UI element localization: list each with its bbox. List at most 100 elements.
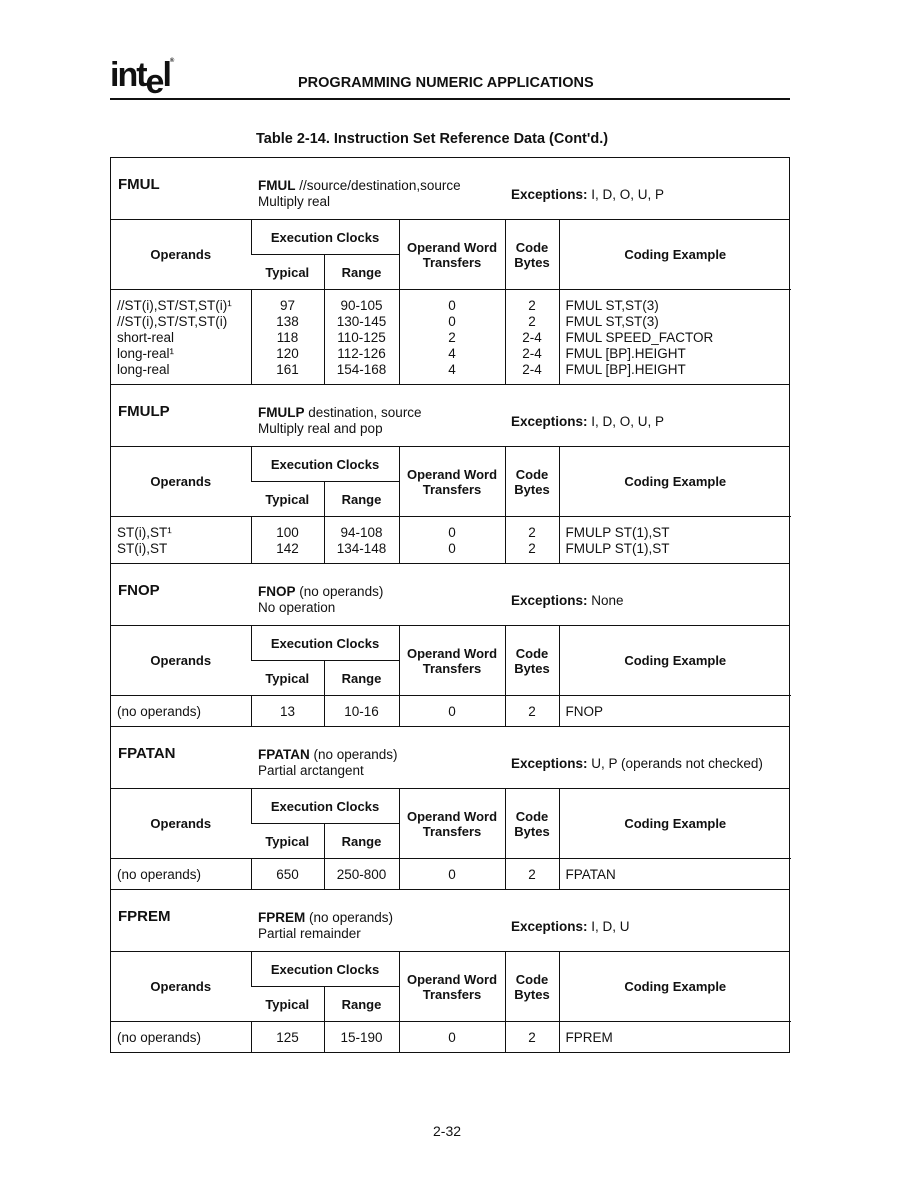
exceptions-label: Exceptions: [511, 593, 588, 608]
coding-example-cell-column: FPATAN [558, 858, 791, 889]
column-headers: Operands Execution Clocks Operand Word Tran… [111, 220, 791, 290]
header-typical: Typical [251, 481, 324, 517]
coding-example-cell-column: FMULP ST(1),ST FMULP ST(1),ST [558, 516, 791, 563]
header-range: Range [323, 254, 399, 290]
instruction-syntax: FNOP (no operands) No operation [258, 584, 383, 616]
word-transfers-cell: 0 [448, 704, 456, 719]
coding-example-cell-column: FNOP [558, 695, 791, 726]
operands-cell: long-real [117, 362, 170, 377]
instruction-data-table: Operands Execution Clocks Operand Word Tran… [111, 220, 791, 384]
header-code-bytes: Code Bytes [504, 626, 559, 696]
table-caption: Table 2-14. Instruction Set Reference Da… [256, 131, 609, 147]
header-line: Operand Word [406, 971, 498, 987]
word-transfers-cell: 0 [448, 298, 456, 313]
range-clocks-cell: 94-108 [340, 525, 383, 540]
code-bytes-cell: 2 [528, 525, 536, 540]
instruction-description: Multiply real [258, 194, 331, 209]
syntax-mnemonic: FMULP [258, 405, 305, 420]
syntax-line: FNOP (no operands) [258, 584, 383, 600]
range-clocks-cell: 10-16 [344, 704, 379, 719]
operands-cell: (no operands) [117, 867, 202, 882]
header-coding-example: Coding Example [558, 447, 791, 517]
header-operand-word-transfers: Operand Word Transfers [398, 952, 505, 1022]
header-execution-clocks: Execution Clocks [250, 447, 399, 482]
exceptions: Exceptions: U, P (operands not checked) [511, 756, 763, 771]
word-transfers-cell: 2 [448, 330, 456, 345]
instruction-section-fmul: FMUL FMUL //source/destination,source Mult… [110, 157, 791, 385]
exceptions-value: I, D, O, U, P [591, 414, 665, 429]
coding-example-cell: FPATAN [565, 867, 616, 882]
coding-example-cell: FMUL [BP].HEIGHT [565, 346, 686, 361]
header-line: Bytes [514, 823, 550, 839]
range-clocks-cell-column: 94-108 134-148 [323, 516, 399, 563]
syntax-operands: destination, source [304, 405, 422, 420]
header-typical: Typical [251, 986, 324, 1022]
header-coding-example: Coding Example [558, 220, 791, 290]
header-line: Code [515, 239, 549, 255]
header-line: Code [515, 645, 549, 661]
data-rows: ST(i),ST¹ ST(i),ST 100 142 94-108 134-148 0 0 2 2… [111, 516, 791, 563]
range-clocks-cell: 134-148 [336, 541, 387, 556]
operands-cell-column: //ST(i),ST/ST,ST(i)¹//ST(i),ST/ST,ST(i) s… [111, 290, 251, 385]
instruction-header: FPREM FPREM (no operands) Partial remainde… [111, 890, 789, 952]
header-line: Transfers [422, 660, 482, 676]
operands-cell: //ST(i),ST/ST,ST(i) [117, 314, 228, 329]
instruction-description: No operation [258, 600, 336, 615]
word-transfers-cell-column: 0 [398, 1021, 505, 1052]
instruction-section-fprem: FPREM FPREM (no operands) Partial remainde… [110, 890, 791, 1053]
header-execution-clocks: Execution Clocks [250, 789, 399, 824]
code-bytes-cell-column: 2 2 2-4 2-4 2-4 [504, 289, 559, 384]
operands-cell: long-real¹ [117, 346, 175, 361]
code-bytes-cell-column: 2 [504, 695, 559, 726]
data-row-group: (no operands) 125 15-190 0 2 FPREM [111, 1021, 791, 1053]
instruction-description: Partial remainder [258, 926, 361, 941]
instruction-header: FNOP FNOP (no operands) No operation Except… [111, 564, 789, 626]
header-line: Code [515, 971, 549, 987]
operands-cell: (no operands) [117, 1030, 202, 1045]
instruction-mnemonic: FMUL [118, 176, 160, 193]
range-clocks-cell-column: 250-800 [323, 858, 399, 889]
instruction-header: FPATAN FPATAN (no operands) Partial arctan… [111, 727, 789, 789]
data-rows: //ST(i),ST/ST,ST(i)¹//ST(i),ST/ST,ST(i) s… [111, 289, 791, 385]
code-bytes-cell: 2 [528, 867, 536, 882]
syntax-operands: //source/destination,source [295, 178, 461, 193]
coding-example-cell: FNOP [565, 704, 604, 719]
typical-clocks-cell: 120 [276, 346, 299, 361]
code-bytes-cell: 2 [528, 298, 536, 313]
range-clocks-cell: 90-105 [340, 298, 383, 313]
exceptions: Exceptions: I, D, O, U, P [511, 187, 664, 202]
operands-cell: short-real [117, 330, 175, 345]
code-bytes-cell: 2 [528, 541, 536, 556]
running-title: PROGRAMMING NUMERIC APPLICATIONS [298, 75, 594, 91]
code-bytes-cell: 2-4 [522, 346, 542, 361]
header-execution-clocks: Execution Clocks [250, 220, 399, 255]
exceptions-value: U, P (operands not checked) [591, 756, 763, 771]
code-bytes-cell: 2 [528, 314, 536, 329]
exceptions: Exceptions: I, D, O, U, P [511, 414, 664, 429]
header-operands: Operands [111, 952, 251, 1022]
syntax-line: FMUL //source/destination,source [258, 178, 461, 194]
operands-cell-column: (no operands) [111, 1022, 251, 1053]
typical-clocks-cell: 125 [276, 1030, 299, 1045]
header-line: Transfers [422, 823, 482, 839]
syntax-line: FMULP destination, source [258, 405, 422, 421]
exceptions-value: I, D, O, U, P [591, 187, 665, 202]
code-bytes-cell-column: 2 [504, 858, 559, 889]
header-execution-clocks: Execution Clocks [250, 952, 399, 987]
instruction-mnemonic: FMULP [118, 403, 170, 420]
header-operands: Operands [111, 447, 251, 517]
instruction-syntax: FPREM (no operands) Partial remainder [258, 910, 393, 942]
instruction-reference-table: FMUL FMUL //source/destination,source Mult… [110, 157, 791, 1053]
header-rule [110, 98, 790, 100]
header-operands: Operands [111, 789, 251, 859]
word-transfers-cell-column: 0 [398, 858, 505, 889]
syntax-line: FPREM (no operands) [258, 910, 393, 926]
exceptions: Exceptions: None [511, 593, 624, 608]
word-transfers-cell-column: 0 [398, 695, 505, 726]
exceptions: Exceptions: I, D, U [511, 919, 630, 934]
instruction-data-table: Operands Execution Clocks Operand Word Tran… [111, 952, 791, 1052]
instruction-syntax: FMUL //source/destination,source Multiply… [258, 178, 461, 210]
header-line: Operand Word [406, 466, 498, 482]
coding-example-cell: FMUL [BP].HEIGHT [565, 362, 686, 377]
header-coding-example: Coding Example [558, 952, 791, 1022]
